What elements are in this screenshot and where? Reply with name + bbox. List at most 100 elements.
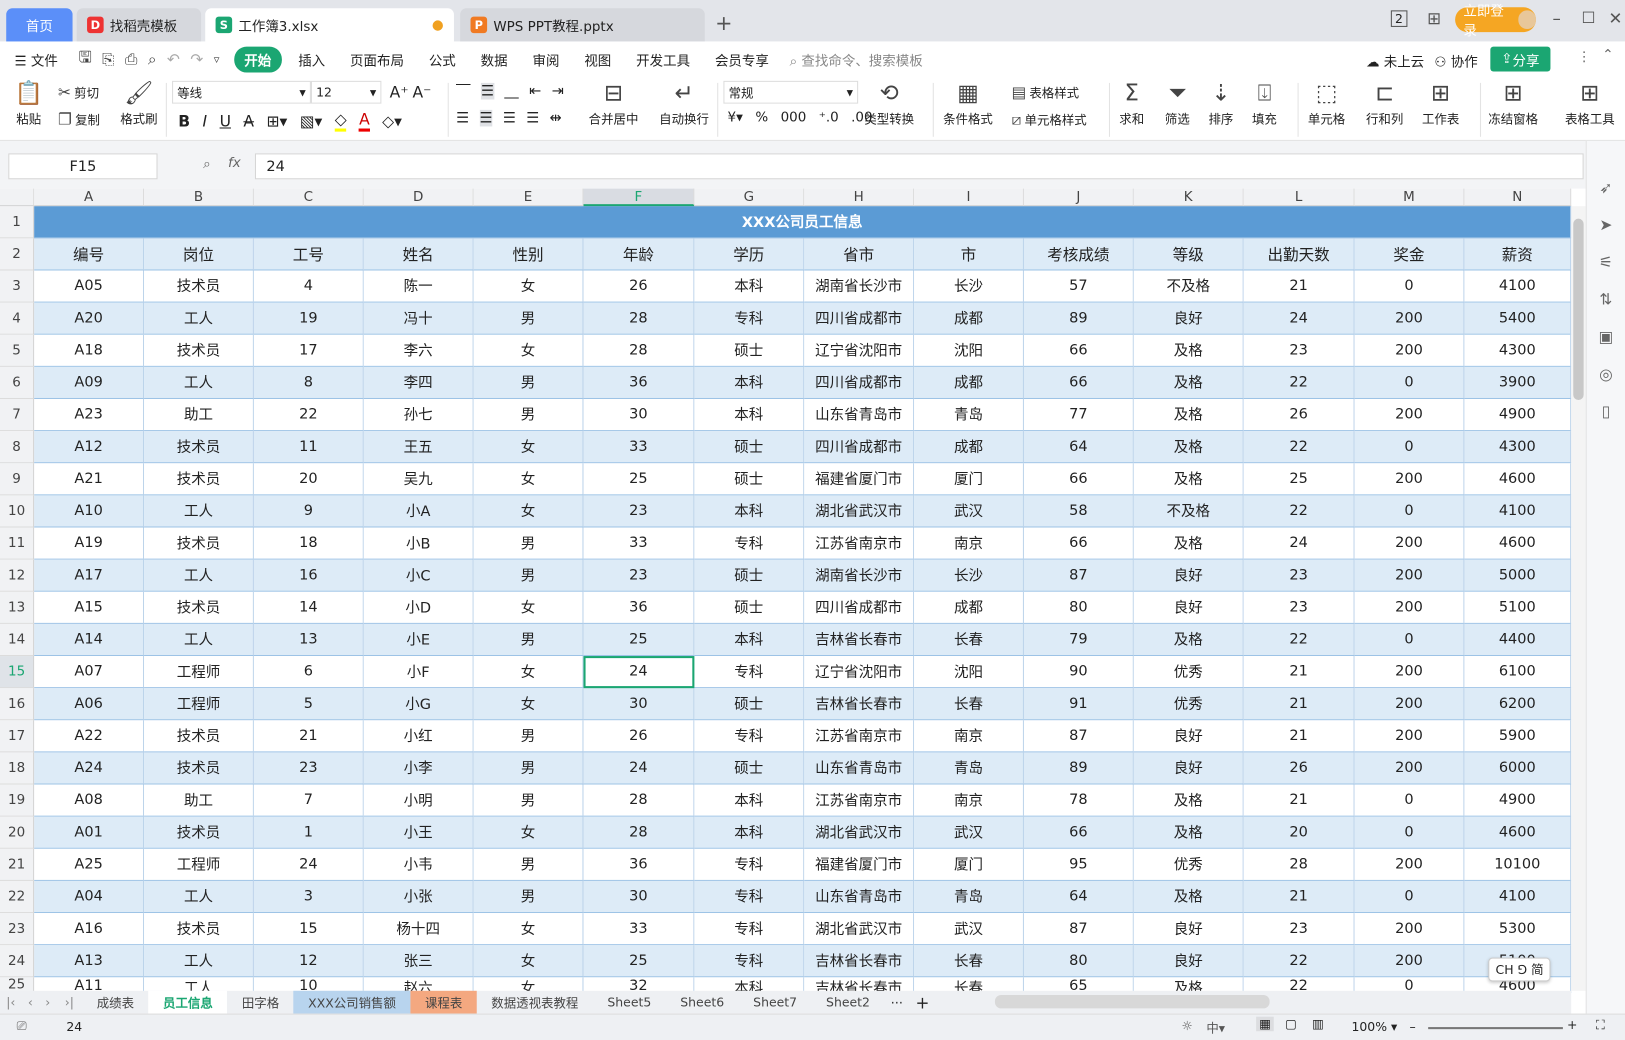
- menu-tab-member[interactable]: 会员专享: [703, 49, 782, 69]
- menu-tab-data[interactable]: 数据: [468, 49, 520, 69]
- table-cell[interactable]: 小红: [363, 720, 474, 753]
- table-cell[interactable]: 12: [253, 945, 364, 978]
- table-cell[interactable]: 15: [253, 913, 364, 946]
- row-header[interactable]: 6: [0, 366, 35, 400]
- table-cell[interactable]: 成都: [914, 591, 1024, 624]
- table-cell[interactable]: 南京: [914, 527, 1024, 560]
- table-cell[interactable]: 工人: [144, 945, 254, 978]
- table-cell[interactable]: 王五: [363, 431, 474, 464]
- table-cell[interactable]: 本科: [694, 399, 805, 432]
- table-cell[interactable]: 25: [583, 463, 695, 496]
- table-cell[interactable]: 23: [1243, 334, 1355, 367]
- table-cell[interactable]: 辽宁省沈阳市: [804, 656, 915, 689]
- table-cell[interactable]: 山东省青岛市: [804, 752, 915, 785]
- table-cell[interactable]: 66: [1023, 816, 1134, 849]
- cell-style-button[interactable]: ⧄ 单元格样式: [1012, 110, 1087, 129]
- table-cell[interactable]: A12: [34, 431, 145, 464]
- table-cell[interactable]: 28: [583, 302, 695, 335]
- table-cell[interactable]: 技术员: [144, 270, 254, 303]
- table-cell[interactable]: 200: [1354, 945, 1465, 978]
- table-cell[interactable]: A10: [34, 495, 145, 528]
- login-button[interactable]: 立即登录: [1455, 4, 1536, 39]
- table-cell[interactable]: 4100: [1464, 270, 1572, 303]
- table-cell[interactable]: 22: [1243, 623, 1355, 657]
- table-cell[interactable]: 本科: [694, 784, 805, 817]
- sheet-tab[interactable]: 成绩表: [82, 991, 148, 1014]
- row-header[interactable]: 10: [0, 495, 35, 528]
- table-cell[interactable]: 硕士: [694, 559, 805, 592]
- export-icon[interactable]: ⎘: [102, 50, 114, 69]
- column-header[interactable]: L: [1243, 188, 1355, 207]
- table-cell[interactable]: A07: [34, 656, 145, 689]
- table-cell[interactable]: 专科: [694, 880, 805, 914]
- table-cell[interactable]: 技术员: [144, 913, 254, 946]
- table-cell[interactable]: 本科: [694, 366, 805, 400]
- column-header[interactable]: K: [1133, 188, 1244, 207]
- table-cell[interactable]: 25: [583, 623, 695, 657]
- horizontal-scrollbar[interactable]: [994, 994, 1270, 1009]
- font-size-select[interactable]: 12 ▼: [310, 80, 382, 104]
- table-cell[interactable]: 33: [583, 913, 695, 946]
- maximize-button[interactable]: ☐: [1582, 8, 1596, 27]
- row-header[interactable]: 3: [0, 270, 35, 303]
- row-header[interactable]: 17: [0, 720, 35, 753]
- table-cell[interactable]: 湖南省长沙市: [804, 559, 915, 592]
- table-cell[interactable]: 李六: [363, 334, 474, 367]
- table-cell[interactable]: 4100: [1464, 495, 1572, 528]
- table-cell[interactable]: 技术员: [144, 431, 254, 464]
- table-cell[interactable]: 9: [253, 495, 364, 528]
- table-cell[interactable]: 硕士: [694, 688, 805, 721]
- table-cell[interactable]: 11: [253, 431, 364, 464]
- table-cell[interactable]: 6200: [1464, 688, 1572, 721]
- table-cell[interactable]: 武汉: [914, 495, 1024, 528]
- table-cell[interactable]: 沈阳: [914, 334, 1024, 367]
- table-cell[interactable]: 长沙: [914, 559, 1024, 592]
- cell-button[interactable]: ⬚ 单元格: [1308, 81, 1345, 128]
- sheet-tab[interactable]: 课程表: [410, 990, 477, 1014]
- number-format-select[interactable]: 常规 ▼: [723, 80, 859, 104]
- table-cell[interactable]: 200: [1354, 913, 1465, 946]
- table-cell[interactable]: 4100: [1464, 880, 1572, 914]
- table-cell[interactable]: 吉林省长春市: [804, 945, 915, 978]
- table-cell[interactable]: 工人: [144, 880, 254, 914]
- table-cell[interactable]: 24: [583, 656, 695, 689]
- table-cell[interactable]: 64: [1023, 880, 1134, 914]
- row-header[interactable]: 5: [0, 334, 35, 367]
- sheet-tab[interactable]: 数据透视表教程: [477, 991, 593, 1014]
- table-cell[interactable]: 80: [1023, 945, 1134, 978]
- table-cell[interactable]: 20: [253, 463, 364, 496]
- table-cell[interactable]: A24: [34, 752, 145, 785]
- table-cell[interactable]: A09: [34, 366, 145, 400]
- table-cell[interactable]: 5400: [1464, 302, 1572, 335]
- column-heading-cell[interactable]: 市: [914, 238, 1024, 271]
- table-cell[interactable]: 19: [253, 302, 364, 335]
- row-header[interactable]: 19: [0, 784, 35, 817]
- column-header[interactable]: A: [34, 188, 145, 207]
- table-cell[interactable]: 良好: [1133, 913, 1244, 946]
- table-cell[interactable]: 4400: [1464, 623, 1572, 657]
- table-cell[interactable]: 小王: [363, 816, 474, 849]
- table-cell[interactable]: 专科: [694, 913, 805, 946]
- table-cell[interactable]: 87: [1023, 559, 1134, 592]
- table-cell[interactable]: 成都: [914, 366, 1024, 400]
- table-cell[interactable]: 64: [1023, 431, 1134, 464]
- row-header[interactable]: 9: [0, 463, 35, 496]
- table-cell[interactable]: 山东省青岛市: [804, 880, 915, 914]
- table-cell[interactable]: 28: [583, 784, 695, 817]
- table-cell[interactable]: 四川省成都市: [804, 591, 915, 624]
- table-cell[interactable]: 28: [583, 816, 695, 849]
- table-cell[interactable]: 22: [253, 399, 364, 432]
- table-cell[interactable]: 14: [253, 591, 364, 624]
- table-cell[interactable]: 女: [473, 270, 584, 303]
- table-cell[interactable]: 200: [1354, 559, 1465, 592]
- table-cell[interactable]: 厦门: [914, 463, 1024, 496]
- table-cell[interactable]: 江苏省南京市: [804, 720, 915, 753]
- table-cell[interactable]: 21: [1243, 688, 1355, 721]
- tab-workbook[interactable]: S 工作簿3.xlsx ●: [205, 8, 454, 42]
- table-cell[interactable]: 男: [473, 880, 584, 914]
- table-cell[interactable]: 87: [1023, 720, 1134, 753]
- table-cell[interactable]: A19: [34, 527, 145, 560]
- table-cell[interactable]: 成都: [914, 302, 1024, 335]
- table-cell[interactable]: 男: [473, 848, 584, 881]
- column-header[interactable]: B: [144, 188, 254, 207]
